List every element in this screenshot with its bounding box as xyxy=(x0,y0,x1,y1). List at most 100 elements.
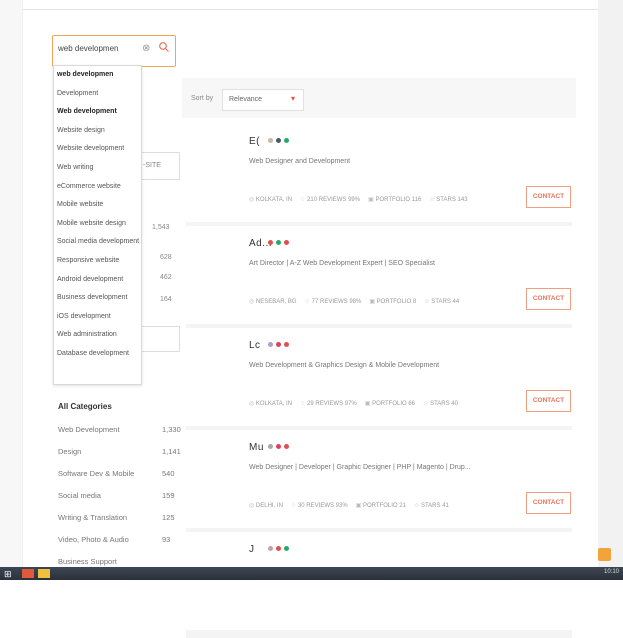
categories-title: All Categories xyxy=(58,402,112,411)
freelancer-name[interactable]: J xyxy=(249,544,255,555)
windows-start-icon[interactable]: ⊞ xyxy=(4,569,12,580)
stat-location: KOLKATA, IN xyxy=(255,197,293,203)
portfolio-icon: ▣ xyxy=(364,401,373,407)
suggestion-item[interactable]: Database development xyxy=(54,345,141,364)
freelancer-stats: ◎ NESEBAR, BG ♢ 77 REVIEWS 98% ▣ PORTFOLIO… xyxy=(249,298,467,305)
stat-location: NESEBAR, BG xyxy=(255,299,297,305)
suggestion-item[interactable]: Android development xyxy=(54,271,141,290)
taskbar-clock: 10:10 xyxy=(603,569,619,575)
stat-location: KOLKATA, IN xyxy=(255,401,293,407)
reviews-icon: ♢ xyxy=(290,503,298,509)
category-count: 540 xyxy=(162,469,175,478)
category-count: 1,330 xyxy=(162,425,181,434)
sort-label: Sort by xyxy=(191,95,214,102)
suggestion-item[interactable]: Mobile website xyxy=(54,196,141,215)
freelancer-stats: ◎ DELHI, IN ♢ 30 REVIEWS 93% ▣ PORTFOLIO 2… xyxy=(249,502,457,509)
taskbar: ⊞ 10:10 xyxy=(0,567,623,580)
portfolio-icon: ▣ xyxy=(355,503,363,509)
freelancer-title: Art Director | A-Z Web Development Exper… xyxy=(249,260,435,267)
suggestion-item[interactable]: Website design xyxy=(54,122,141,141)
badge-icon xyxy=(284,240,289,245)
freelancer-title: Web Designer and Development xyxy=(249,158,351,165)
freelancer-name[interactable]: E( xyxy=(249,136,260,147)
contact-button[interactable]: CONTACT xyxy=(526,186,571,208)
location-icon: ◎ xyxy=(249,299,256,305)
suggestion-item[interactable]: web developmen xyxy=(54,66,141,85)
freelancer-stats: ◎ KOLKATA, IN ♢ 29 REVIEWS 97% ▣ PORTFOLIO… xyxy=(249,400,466,407)
freelancer-stats: ◎ KOLKATA, IN ♢ 210 REVIEWS 99% ▣ PORTFOLI… xyxy=(249,196,476,203)
sort-bar: Sort by Relevance ▾ xyxy=(182,78,576,118)
category-item[interactable]: Web Development 1,330 xyxy=(58,425,181,434)
contact-button[interactable]: CONTACT xyxy=(526,288,571,310)
filter-count: 164 xyxy=(160,296,172,303)
suggestion-item[interactable]: Website development xyxy=(54,140,141,159)
suggestion-item[interactable]: Web development xyxy=(54,103,141,122)
suggestion-item[interactable]: Social media development xyxy=(54,233,141,252)
badge-icon xyxy=(276,240,281,245)
badge-icon xyxy=(268,342,273,347)
chevron-down-icon: ▾ xyxy=(291,94,296,103)
stat-location: DELHI, IN xyxy=(255,503,283,509)
suggestion-item[interactable]: eCommerce website xyxy=(54,178,141,197)
suggestion-item[interactable]: Business development xyxy=(54,289,141,308)
app-icon[interactable] xyxy=(22,569,34,578)
freelancer-name[interactable]: Lc xyxy=(249,340,261,351)
suggestion-item[interactable]: Web administration xyxy=(54,326,141,345)
freelancer-card: Ad... Art Director | A-Z Web Development … xyxy=(186,226,572,332)
category-label: Social media xyxy=(58,491,101,500)
contact-button[interactable]: CONTACT xyxy=(526,492,571,514)
badge-icon xyxy=(268,240,273,245)
category-count: 93 xyxy=(162,535,171,544)
search-icon[interactable] xyxy=(158,41,170,53)
stat-reviews: 77 REVIEWS 98% xyxy=(311,299,362,305)
freelancer-name[interactable]: Mu xyxy=(249,442,264,453)
category-item[interactable]: Social media 159 xyxy=(58,491,178,500)
category-label: Writing & Translation xyxy=(58,513,128,522)
suggestion-item[interactable]: Web writing xyxy=(54,159,141,178)
filter-box[interactable] xyxy=(140,326,180,352)
stat-stars: STARS 40 xyxy=(430,401,458,407)
freelancer-card: E( Web Designer and Development ◎ KOLKATA,… xyxy=(186,124,572,230)
filter-count: 628 xyxy=(160,254,172,261)
category-item[interactable]: Software Dev & Mobile 540 xyxy=(58,469,178,478)
badge-icon xyxy=(284,444,289,449)
filter-count: 462 xyxy=(160,274,172,281)
star-icon: ☆ xyxy=(413,503,421,509)
freelancer-title: Web Designer | Developer | Graphic Desig… xyxy=(249,464,471,471)
reviews-icon: ♢ xyxy=(304,299,312,305)
stat-stars: STARS 44 xyxy=(431,299,460,305)
folder-icon[interactable] xyxy=(38,569,50,578)
suggestion-item[interactable]: Responsive website xyxy=(54,252,141,271)
browser-page: ⊗ -SITE 1,543 628 462 164 web developmen… xyxy=(0,0,623,638)
chat-widget-icon[interactable] xyxy=(598,548,611,561)
star-icon: ☆ xyxy=(423,401,431,407)
category-item[interactable]: Video, Photo & Audio 93 xyxy=(58,535,178,544)
contact-button[interactable]: CONTACT xyxy=(526,390,571,412)
search-input[interactable] xyxy=(58,44,138,53)
category-label: Business Support xyxy=(58,557,117,566)
stat-reviews: 30 REVIEWS 93% xyxy=(297,503,348,509)
badge-icon xyxy=(276,342,281,347)
stat-stars: STARS 143 xyxy=(436,197,468,203)
sort-select[interactable]: Relevance ▾ xyxy=(222,89,304,111)
freelancer-card: Lc Web Development & Graphics Design & Mo… xyxy=(186,328,572,434)
badge-icon xyxy=(268,138,273,143)
category-item[interactable]: Writing & Translation 125 xyxy=(58,513,178,522)
category-item[interactable]: Design 1,141 xyxy=(58,447,181,456)
filter-input[interactable]: -SITE xyxy=(140,152,180,180)
suggestion-item[interactable]: Mobile website design xyxy=(54,215,141,234)
stat-portfolio: PORTFOLIO 66 xyxy=(372,401,416,407)
badge-icon xyxy=(276,444,281,449)
sort-value: Relevance xyxy=(229,96,263,103)
search-box[interactable]: ⊗ xyxy=(52,35,176,67)
category-count: 1,141 xyxy=(162,447,181,456)
badge-icon xyxy=(284,342,289,347)
category-item[interactable]: Business Support xyxy=(58,557,178,566)
clear-icon[interactable]: ⊗ xyxy=(142,43,150,54)
suggestion-item[interactable]: iOS development xyxy=(54,308,141,327)
category-label: Design xyxy=(58,447,82,456)
stat-portfolio: PORTFOLIO 116 xyxy=(375,197,422,203)
badge-icon xyxy=(268,546,273,551)
suggestion-item[interactable]: Development xyxy=(54,85,141,104)
right-gutter xyxy=(598,0,623,567)
